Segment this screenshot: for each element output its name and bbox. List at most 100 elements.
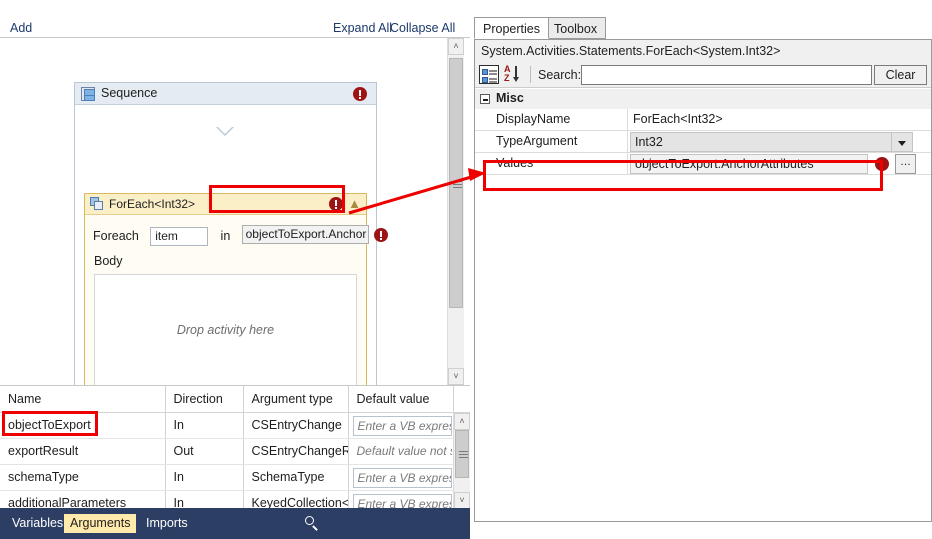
selected-type-name: System.Activities.Statements.ForEach<Sys… — [475, 40, 931, 62]
cell-default-value: Default value not su — [348, 438, 454, 465]
default-value-input[interactable]: Enter a VB express — [352, 416, 452, 436]
foreach-label: Foreach — [93, 229, 139, 243]
typeargument-editor[interactable]: Int32 — [630, 132, 913, 152]
tab-imports[interactable]: Imports — [140, 514, 194, 533]
sort-alphabetical-icon[interactable]: A Z — [503, 65, 525, 84]
sequence-activity-header[interactable]: Sequence — [75, 83, 376, 105]
column-header-argument-type[interactable]: Argument type — [243, 386, 349, 413]
sequence-activity-title: Sequence — [101, 86, 158, 100]
cell-argument-direction[interactable]: In — [165, 412, 244, 439]
property-row-values[interactable]: Values objectToExport.AnchorAttributes … — [475, 153, 931, 175]
search-label: Search: — [538, 68, 582, 82]
scrollbar-thumb[interactable] — [455, 430, 469, 478]
table-row[interactable]: objectToExport In CSEntryChange Enter a … — [0, 412, 470, 439]
categorized-view-icon[interactable] — [479, 65, 499, 84]
arguments-table: Name Direction Argument type Default val… — [0, 386, 470, 517]
column-divider — [627, 109, 628, 131]
cell-argument-name[interactable]: objectToExport — [0, 412, 166, 439]
search-icon[interactable] — [305, 516, 320, 531]
cell-argument-name[interactable]: schemaType — [0, 464, 166, 491]
property-group-misc[interactable]: Misc — [475, 89, 931, 109]
property-row-typeargument[interactable]: TypeArgument Int32 — [475, 131, 931, 153]
tab-toolbox[interactable]: Toolbox — [545, 17, 607, 39]
column-header-direction[interactable]: Direction — [165, 386, 244, 413]
foreach-values-wrapper: objectToExport.Anchor — [241, 225, 388, 247]
collapse-all-link[interactable]: Collapse All — [390, 21, 455, 35]
scrollbar-down-arrow-icon[interactable]: ˅ — [448, 368, 464, 385]
property-value: Int32 — [635, 135, 663, 149]
foreach-iteration-row: Foreach in objectToExport.Anchor — [93, 225, 388, 247]
cell-argument-type[interactable]: SchemaType — [243, 464, 349, 491]
sequence-connector-arrow-inner-icon — [218, 127, 232, 134]
scrollbar-up-arrow-icon[interactable]: ˄ — [454, 413, 470, 430]
cell-argument-direction[interactable]: Out — [165, 438, 244, 465]
arguments-grid-pane: Name Direction Argument type Default val… — [0, 385, 470, 517]
column-header-spacer — [453, 386, 470, 413]
foreach-activity-header[interactable]: ForEach<Int32> ▲ — [85, 194, 366, 215]
column-divider — [627, 131, 628, 153]
error-badge-icon[interactable] — [373, 228, 388, 242]
cell-argument-type[interactable]: CSEntryChange — [243, 412, 349, 439]
values-editor[interactable]: objectToExport.AnchorAttributes — [630, 154, 868, 174]
properties-pane: Properties Toolbox System.Activities.Sta… — [470, 0, 932, 539]
workflow-designer-pane: Add Expand All Collapse All Sequence For… — [0, 0, 470, 385]
search-input[interactable] — [581, 65, 872, 85]
cell-argument-direction[interactable]: In — [165, 464, 244, 491]
foreach-in-label: in — [220, 229, 231, 243]
toolbar-divider — [530, 66, 531, 83]
property-name: TypeArgument — [496, 134, 578, 148]
foreach-item-input[interactable] — [150, 226, 209, 246]
tab-arguments[interactable]: Arguments — [64, 514, 137, 533]
collapse-group-icon[interactable] — [480, 94, 490, 104]
clear-button[interactable]: Clear — [874, 65, 927, 85]
error-badge-icon[interactable] — [353, 87, 367, 101]
foreach-values-input[interactable]: objectToExport.Anchor — [241, 225, 369, 244]
table-header-row: Name Direction Argument type Default val… — [0, 386, 470, 413]
properties-body: System.Activities.Statements.ForEach<Sys… — [474, 39, 932, 522]
column-header-name[interactable]: Name — [0, 386, 166, 413]
property-group-label: Misc — [496, 91, 524, 105]
table-row[interactable]: schemaType In SchemaType Enter a VB expr… — [0, 464, 470, 491]
sequence-activity[interactable]: Sequence ForEach<Int32> ▲ Foreach item i… — [74, 82, 388, 385]
property-row-displayname[interactable]: DisplayName ForEach<Int32> — [475, 109, 931, 131]
error-badge-icon[interactable] — [329, 197, 343, 211]
chevron-down-icon[interactable] — [891, 133, 912, 151]
property-value: objectToExport.AnchorAttributes — [635, 157, 814, 171]
designer-canvas[interactable]: Sequence ForEach<Int32> ▲ Foreach item i… — [0, 38, 455, 385]
scrollbar-thumb[interactable] — [449, 58, 463, 308]
designer-vertical-scrollbar[interactable]: ˄ ˅ — [447, 38, 464, 385]
arguments-vertical-scrollbar[interactable]: ˄ ˅ — [453, 413, 470, 509]
tab-variables[interactable]: Variables — [6, 514, 69, 533]
scrollbar-down-arrow-icon[interactable]: ˅ — [454, 492, 470, 509]
foreach-icon — [90, 197, 104, 211]
cell-default-value[interactable]: Enter a VB express — [348, 412, 454, 439]
sort-arrow-icon — [513, 66, 518, 82]
foreach-body-dropzone[interactable]: Drop activity here — [94, 274, 357, 385]
property-value[interactable]: ForEach<Int32> — [633, 112, 723, 126]
expand-all-link[interactable]: Expand All — [333, 21, 392, 35]
scrollbar-grip-icon — [459, 451, 468, 458]
cell-argument-type[interactable]: CSEntryChangeReş — [243, 438, 349, 465]
foreach-body-label: Body — [94, 254, 123, 268]
values-ellipsis-button[interactable]: … — [895, 154, 916, 174]
property-name: DisplayName — [496, 112, 571, 126]
bottom-tab-bar: Variables Arguments Imports — [0, 508, 470, 539]
foreach-activity[interactable]: ForEach<Int32> ▲ Foreach in objectToExpo… — [84, 193, 388, 385]
error-badge-icon[interactable] — [875, 157, 889, 171]
column-divider — [627, 153, 628, 175]
cell-default-value[interactable]: Enter a VB express — [348, 464, 454, 491]
chevron-up-icon[interactable]: ▲ — [348, 196, 361, 211]
table-row[interactable]: exportResult Out CSEntryChangeReş Defaul… — [0, 438, 470, 465]
property-name: Values — [496, 156, 534, 170]
add-link[interactable]: Add — [10, 21, 32, 35]
scrollbar-up-arrow-icon[interactable]: ˄ — [448, 38, 464, 55]
column-header-default-value[interactable]: Default value — [348, 386, 454, 413]
cell-argument-name[interactable]: exportResult — [0, 438, 166, 465]
designer-toolbar: Add Expand All Collapse All — [0, 0, 470, 38]
dropzone-placeholder-text: Drop activity here — [176, 323, 275, 337]
tab-properties[interactable]: Properties — [474, 17, 549, 39]
scrollbar-grip-icon — [453, 181, 462, 188]
default-value-input[interactable]: Enter a VB express — [352, 468, 452, 488]
application-window: Add Expand All Collapse All Sequence For… — [0, 0, 932, 539]
sort-alpha-bottom-letter: Z — [504, 73, 510, 83]
